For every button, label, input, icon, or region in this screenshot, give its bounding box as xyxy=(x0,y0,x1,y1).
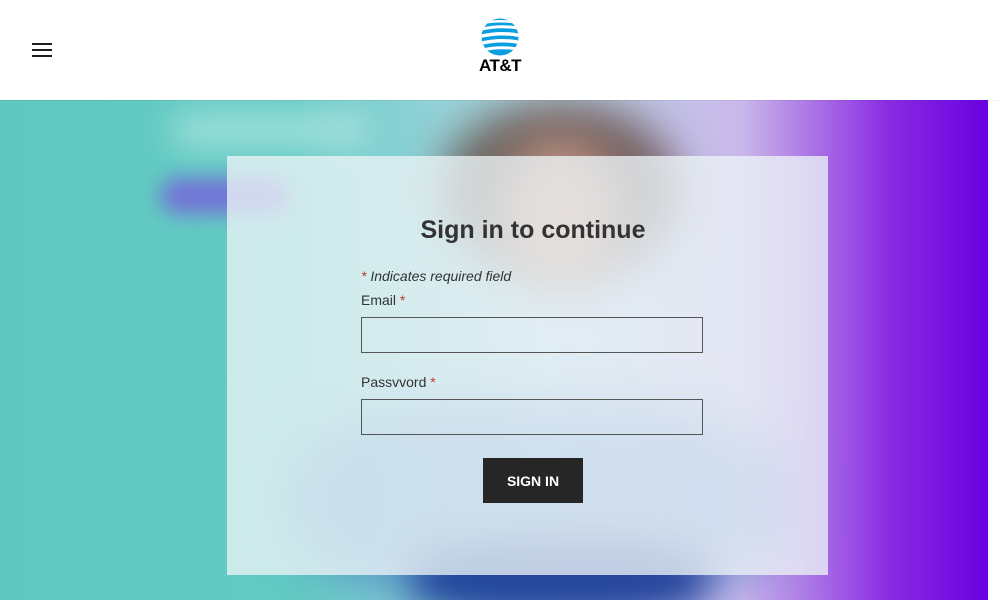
required-star: * xyxy=(361,268,367,284)
sign-in-button[interactable]: SIGN IN xyxy=(483,458,583,503)
page-title: Sign in to continue xyxy=(420,216,646,244)
email-label-text: Email xyxy=(361,292,397,308)
password-label-text: Passvvord xyxy=(361,374,427,390)
att-globe-icon xyxy=(481,18,519,56)
top-header: AT&T xyxy=(0,0,1000,100)
brand-wordmark: AT&T xyxy=(478,56,522,75)
password-field[interactable] xyxy=(361,399,703,435)
required-note-text: Indicates required field xyxy=(370,268,512,284)
hamburger-menu-icon[interactable] xyxy=(30,41,54,59)
att-logo[interactable]: AT&T xyxy=(472,18,528,82)
sign-in-card: Sign in to continue * Indicates required… xyxy=(227,156,828,575)
required-star: * xyxy=(430,374,436,390)
email-label: Email * xyxy=(361,292,405,308)
required-field-note: * Indicates required field xyxy=(361,268,511,284)
email-field[interactable] xyxy=(361,317,703,353)
right-edge xyxy=(988,100,1000,600)
required-star: * xyxy=(399,292,406,308)
password-label: Passvvord * xyxy=(361,374,436,390)
